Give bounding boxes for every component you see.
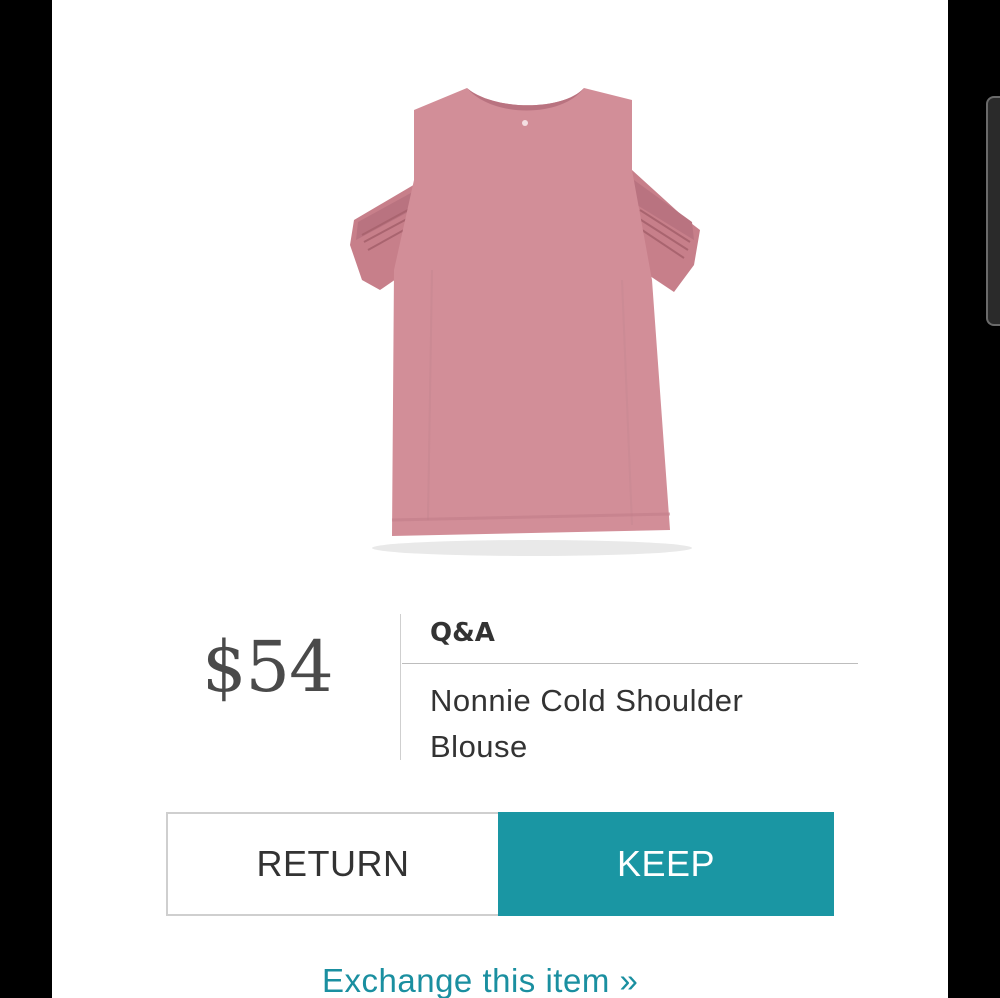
item-name: Nonnie Cold Shoulder Blouse <box>430 683 744 764</box>
return-keep-actions: RETURN KEEP <box>166 812 834 916</box>
price: $54 <box>202 626 334 708</box>
edge-panel-handle[interactable] <box>986 96 1000 326</box>
brand-name: Q&A <box>430 618 495 648</box>
exchange-item-link[interactable]: Exchange this item » <box>322 962 638 998</box>
left-black-border <box>0 0 52 998</box>
keep-button[interactable]: KEEP <box>498 812 834 916</box>
return-button[interactable]: RETURN <box>166 812 498 916</box>
vertical-divider <box>400 614 401 760</box>
horizontal-divider <box>402 663 858 664</box>
blouse-image <box>350 88 700 556</box>
product-card: $54 Q&A Nonnie Cold Shoulder Blouse RETU… <box>52 0 948 998</box>
